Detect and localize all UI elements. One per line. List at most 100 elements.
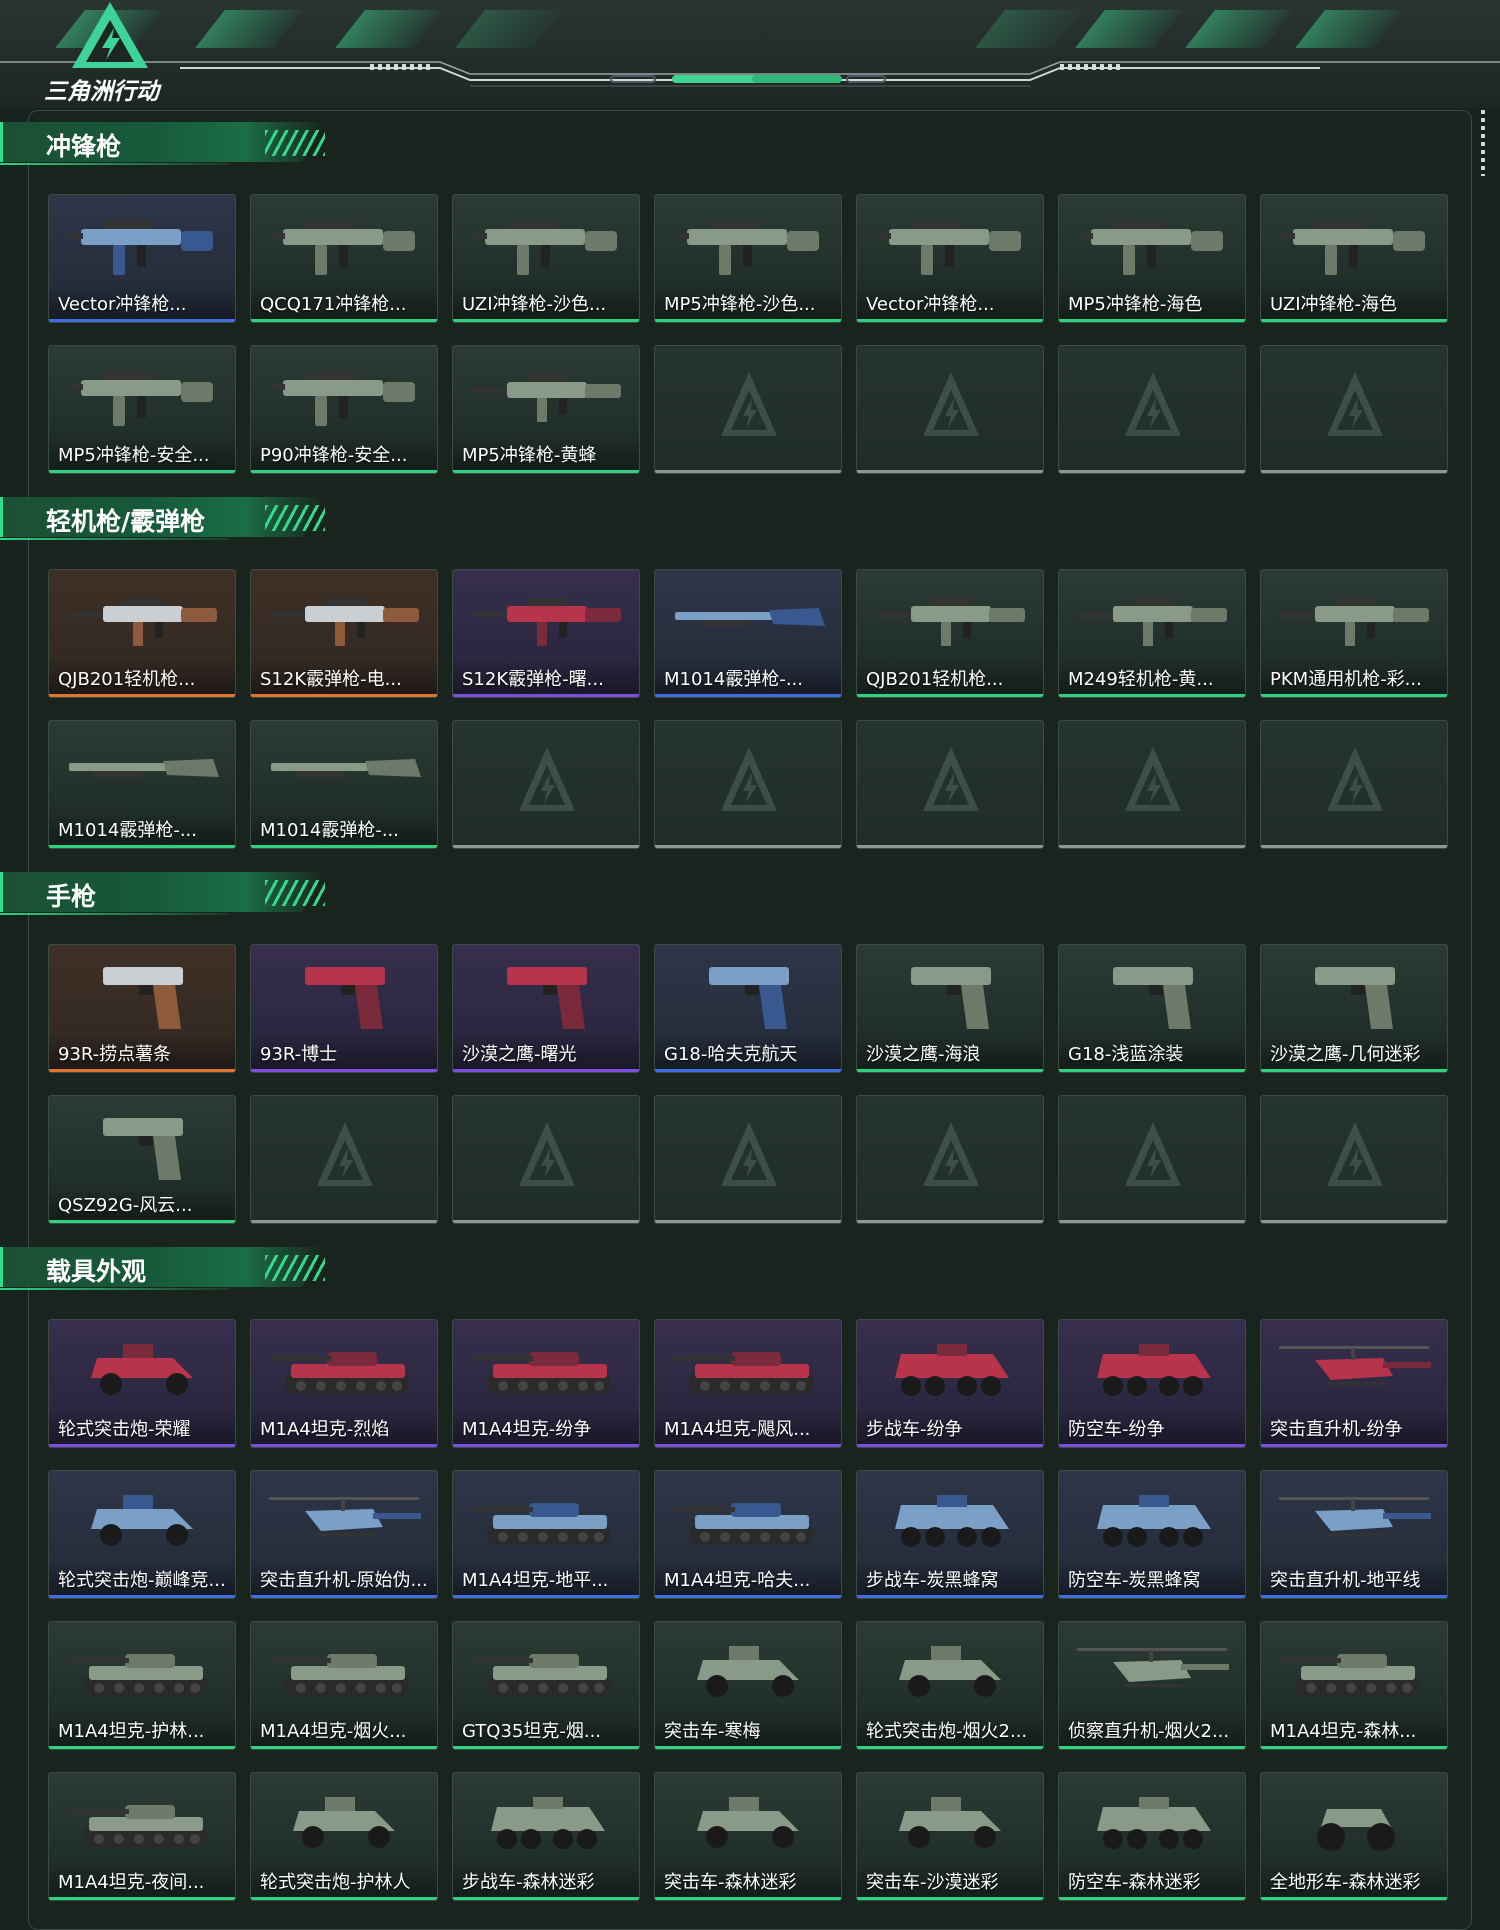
- car-skin-image: [265, 1781, 425, 1863]
- heli-skin-image: [1275, 1328, 1435, 1410]
- skin-card[interactable]: 93R-博士: [250, 944, 438, 1073]
- skin-card[interactable]: M249轻机枪-黄...: [1058, 569, 1246, 698]
- skin-card[interactable]: UZI冲锋枪-海色: [1260, 194, 1448, 323]
- skin-card[interactable]: UZI冲锋枪-沙色...: [452, 194, 640, 323]
- smg-skin-image: [265, 203, 425, 285]
- skin-card[interactable]: 突击直升机-纷争: [1260, 1319, 1448, 1448]
- apc-skin-image: [467, 1781, 627, 1863]
- skin-card[interactable]: 侦察直升机-烟火2...: [1058, 1621, 1246, 1750]
- rarity-bar: [1261, 1746, 1447, 1749]
- rarity-bar: [453, 1444, 639, 1447]
- section-header-underline: [0, 913, 230, 915]
- scrollbar-indicator[interactable]: [1481, 110, 1485, 176]
- skin-card[interactable]: 轮式突击炮-巅峰竞...: [48, 1470, 236, 1599]
- car-skin-image: [63, 1479, 223, 1561]
- skin-name: GTQ35坦克-烟...: [462, 1721, 602, 1742]
- rarity-bar: [655, 470, 841, 473]
- skin-card[interactable]: 突击直升机-地平线: [1260, 1470, 1448, 1599]
- skin-name: 沙漠之鹰-曙光: [462, 1044, 577, 1065]
- skin-name: 轮式突击炮-护林人: [260, 1872, 411, 1893]
- skin-card[interactable]: QJB201轻机枪...: [48, 569, 236, 698]
- skin-card[interactable]: MP5冲锋枪-沙色...: [654, 194, 842, 323]
- delta-logo-icon: [315, 1120, 375, 1190]
- skin-card[interactable]: 93R-捞点薯条: [48, 944, 236, 1073]
- page-indicator: [610, 72, 890, 86]
- skin-card[interactable]: M1A4坦克-哈夫...: [654, 1470, 842, 1599]
- skin-card[interactable]: M1A4坦克-纷争: [452, 1319, 640, 1448]
- skin-card[interactable]: QCQ171冲锋枪...: [250, 194, 438, 323]
- skin-card[interactable]: 突击车-沙漠迷彩: [856, 1772, 1044, 1901]
- rarity-bar: [49, 1069, 235, 1072]
- skin-card[interactable]: 沙漠之鹰-几何迷彩: [1260, 944, 1448, 1073]
- rarity-bar: [251, 1897, 437, 1900]
- skin-card[interactable]: M1014霰弹枪-...: [48, 720, 236, 849]
- skin-card[interactable]: M1A4坦克-夜间...: [48, 1772, 236, 1901]
- skin-card[interactable]: 全地形车-森林迷彩: [1260, 1772, 1448, 1901]
- skin-name: 轮式突击炮-荣耀: [58, 1419, 191, 1440]
- skin-name: M1A4坦克-护林...: [58, 1721, 205, 1742]
- skin-card[interactable]: Vector冲锋枪...: [856, 194, 1044, 323]
- skin-name: MP5冲锋枪-沙色...: [664, 294, 816, 315]
- skin-card[interactable]: 防空车-纷争: [1058, 1319, 1246, 1448]
- skin-card[interactable]: M1A4坦克-森林...: [1260, 1621, 1448, 1750]
- smg-skin-image: [63, 354, 223, 436]
- delta-logo-icon: [1123, 1120, 1183, 1190]
- skin-card[interactable]: GTQ35坦克-烟...: [452, 1621, 640, 1750]
- skin-card[interactable]: 沙漠之鹰-海浪: [856, 944, 1044, 1073]
- skin-card[interactable]: 轮式突击炮-荣耀: [48, 1319, 236, 1448]
- skin-card[interactable]: M1A4坦克-地平...: [452, 1470, 640, 1599]
- tank-skin-image: [265, 1630, 425, 1712]
- skin-card[interactable]: M1014霰弹枪-...: [250, 720, 438, 849]
- delta-logo-icon: [1325, 370, 1385, 440]
- empty-slot: [1260, 345, 1448, 474]
- skin-card[interactable]: 步战车-纷争: [856, 1319, 1044, 1448]
- rarity-bar: [857, 694, 1043, 697]
- skin-name: 步战车-森林迷彩: [462, 1872, 595, 1893]
- skin-card[interactable]: 步战车-炭黑蜂窝: [856, 1470, 1044, 1599]
- skin-card[interactable]: 沙漠之鹰-曙光: [452, 944, 640, 1073]
- rarity-bar: [655, 1444, 841, 1447]
- skin-card[interactable]: 突击直升机-原始伪...: [250, 1470, 438, 1599]
- skin-name: G18-浅蓝涂装: [1068, 1044, 1184, 1065]
- top-header: 三角洲行动: [0, 0, 1500, 108]
- rifle-skin-image: [265, 578, 425, 660]
- rarity-bar: [857, 1746, 1043, 1749]
- skin-card[interactable]: Vector冲锋枪...: [48, 194, 236, 323]
- skin-card[interactable]: QSZ92G-风云...: [48, 1095, 236, 1224]
- section-header-slashes: [265, 1255, 325, 1281]
- skin-card[interactable]: G18-哈夫克航天: [654, 944, 842, 1073]
- skin-card[interactable]: MP5冲锋枪-安全...: [48, 345, 236, 474]
- skin-card[interactable]: 轮式突击炮-烟火2...: [856, 1621, 1044, 1750]
- skin-card[interactable]: QJB201轻机枪...: [856, 569, 1044, 698]
- delta-logo-icon: [517, 745, 577, 815]
- skin-card[interactable]: M1014霰弹枪-...: [654, 569, 842, 698]
- skin-name: 轮式突击炮-烟火2...: [866, 1721, 1028, 1742]
- skin-card[interactable]: MP5冲锋枪-黄蜂: [452, 345, 640, 474]
- empty-slot: [1058, 720, 1246, 849]
- skin-card[interactable]: 防空车-森林迷彩: [1058, 1772, 1246, 1901]
- skin-card[interactable]: M1A4坦克-烟火...: [250, 1621, 438, 1750]
- skin-card[interactable]: 步战车-森林迷彩: [452, 1772, 640, 1901]
- skin-card[interactable]: 轮式突击炮-护林人: [250, 1772, 438, 1901]
- skin-card[interactable]: 突击车-寒梅: [654, 1621, 842, 1750]
- skin-name: 侦察直升机-烟火2...: [1068, 1721, 1230, 1742]
- rarity-bar: [1261, 1897, 1447, 1900]
- skin-card[interactable]: MP5冲锋枪-海色: [1058, 194, 1246, 323]
- skin-card[interactable]: PKM通用机枪-彩...: [1260, 569, 1448, 698]
- skin-card[interactable]: G18-浅蓝涂装: [1058, 944, 1246, 1073]
- skin-card[interactable]: M1A4坦克-护林...: [48, 1621, 236, 1750]
- skin-card[interactable]: S12K霰弹枪-曙...: [452, 569, 640, 698]
- skin-card[interactable]: 突击车-森林迷彩: [654, 1772, 842, 1901]
- skin-name: 突击直升机-纷争: [1270, 1419, 1403, 1440]
- skin-card[interactable]: M1A4坦克-烈焰: [250, 1319, 438, 1448]
- rarity-bar: [49, 1220, 235, 1223]
- skin-card[interactable]: 防空车-炭黑蜂窝: [1058, 1470, 1246, 1599]
- skin-card[interactable]: P90冲锋枪-安全...: [250, 345, 438, 474]
- skin-card[interactable]: M1A4坦克-飓风...: [654, 1319, 842, 1448]
- skin-name: MP5冲锋枪-黄蜂: [462, 445, 597, 466]
- brand-logo[interactable]: 三角洲行动: [44, 2, 184, 105]
- skin-name: 沙漠之鹰-海浪: [866, 1044, 981, 1065]
- skin-card[interactable]: S12K霰弹枪-电...: [250, 569, 438, 698]
- delta-triangle-icon: [72, 2, 148, 68]
- empty-slot: [856, 1095, 1044, 1224]
